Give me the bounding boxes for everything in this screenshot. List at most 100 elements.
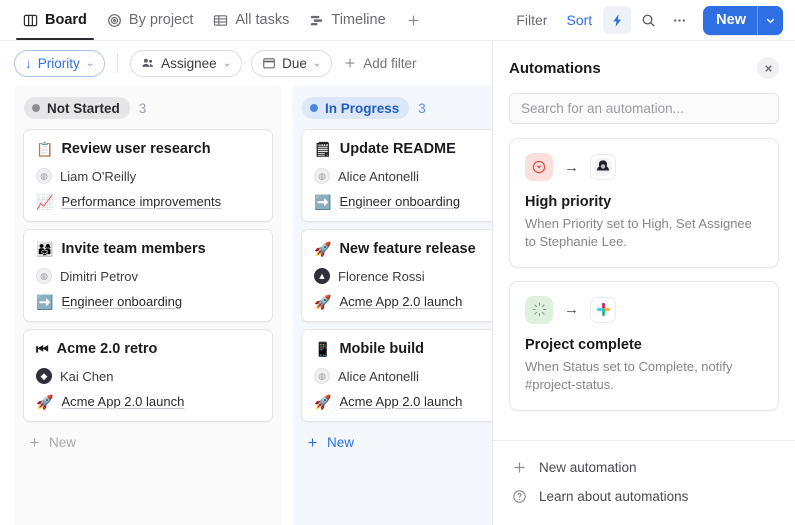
- task-card[interactable]: 👨‍👩‍👧 Invite team members ◍ Dimitri Petr…: [23, 229, 273, 322]
- assignee-name: Dimitri Petrov: [60, 268, 139, 284]
- question-circle-icon: [511, 489, 527, 504]
- add-filter-button[interactable]: Add filter: [341, 52, 418, 75]
- column-card-list: 📋 Review user research ◍ Liam O'Reilly 📈…: [14, 129, 282, 422]
- task-assignee-row[interactable]: ◍ Dimitri Petrov: [36, 268, 260, 284]
- timeline-gantt-icon: [309, 13, 324, 28]
- view-tabs: Board By project All tasks Timeline: [14, 0, 427, 40]
- chart-increasing-icon: 📈: [36, 193, 54, 210]
- tab-board[interactable]: Board: [14, 0, 96, 40]
- task-project-row[interactable]: 📈 Performance improvements: [36, 194, 260, 209]
- rocket-icon: 🚀: [36, 393, 54, 410]
- more-options-button[interactable]: [665, 6, 693, 34]
- filter-button[interactable]: Filter: [508, 7, 555, 33]
- rocket-icon: 🚀: [314, 393, 332, 410]
- task-project-row[interactable]: 🚀 Acme App 2.0 launch: [36, 394, 260, 409]
- learn-automations-label: Learn about automations: [539, 489, 689, 504]
- chevron-down-icon: [766, 18, 775, 23]
- status-label: In Progress: [325, 100, 400, 116]
- chevron-down-icon: ⌄: [222, 57, 232, 69]
- learn-automations-button[interactable]: Learn about automations: [509, 482, 779, 511]
- task-assignee-row[interactable]: ◆ Kai Chen: [36, 368, 260, 384]
- automation-name: High priority: [525, 194, 612, 210]
- plus-icon: [408, 15, 419, 25]
- new-button[interactable]: New: [703, 6, 757, 35]
- filter-pill-priority[interactable]: ↓ Priority ⌄: [14, 49, 106, 77]
- assignee-name: Liam O'Reilly: [60, 168, 137, 184]
- add-view-button[interactable]: [401, 7, 427, 33]
- filter-pill-label: Priority: [37, 55, 80, 71]
- sparkle-complete-icon: [525, 295, 553, 324]
- tab-label: All tasks: [235, 12, 290, 28]
- board-column-not-started: Not Started 3 📋 Review user research ◍ L…: [14, 85, 282, 525]
- automation-search-input[interactable]: [509, 93, 779, 124]
- task-title: Acme 2.0 retro: [56, 341, 158, 357]
- lightning-bolt-icon: [613, 13, 621, 27]
- project-link[interactable]: Engineer onboarding: [61, 294, 182, 309]
- filter-divider: [117, 53, 119, 73]
- status-badge[interactable]: Not Started: [24, 97, 130, 119]
- automation-description: When Status set to Complete, notify #pro…: [525, 358, 733, 393]
- avatar: ◍: [314, 168, 330, 184]
- tab-label: By project: [128, 12, 194, 28]
- mobile-phone-icon: 📱: [314, 341, 332, 357]
- filter-pill-due[interactable]: Due ⌄: [251, 49, 333, 77]
- calendar-icon: [263, 58, 275, 69]
- project-link[interactable]: Performance improvements: [61, 194, 221, 209]
- tab-timeline[interactable]: Timeline: [300, 0, 394, 40]
- more-horizontal-icon: [673, 18, 685, 22]
- task-title-row: 👨‍👩‍👧 Invite team members: [36, 241, 260, 257]
- project-link[interactable]: Engineer onboarding: [339, 194, 460, 209]
- toolbar-actions: Filter Sort New: [508, 5, 783, 35]
- avatar: ◍: [36, 268, 52, 284]
- slack-logo-icon: [590, 296, 616, 323]
- tab-by-project[interactable]: By project: [98, 0, 202, 40]
- table-grid-icon: [213, 13, 228, 28]
- project-link[interactable]: Acme App 2.0 launch: [339, 394, 462, 409]
- user-avatar-icon: [590, 154, 616, 180]
- arrow-right-icon: →: [564, 158, 579, 176]
- new-button-group: New: [703, 5, 783, 35]
- add-card-label: New: [327, 435, 355, 450]
- add-card-button[interactable]: New: [14, 422, 282, 463]
- task-title: Review user research: [61, 141, 211, 157]
- tab-label: Timeline: [331, 12, 386, 28]
- task-card[interactable]: 📋 Review user research ◍ Liam O'Reilly 📈…: [23, 129, 273, 222]
- sort-button[interactable]: Sort: [558, 7, 600, 33]
- task-assignee-row[interactable]: ◍ Liam O'Reilly: [36, 168, 260, 184]
- new-button-dropdown[interactable]: [758, 6, 783, 35]
- note-page-icon: 🗒: [314, 141, 332, 157]
- tab-all-tasks[interactable]: All tasks: [204, 0, 298, 40]
- project-link[interactable]: Acme App 2.0 launch: [61, 394, 184, 409]
- automation-card[interactable]: → Project complete When Status set to Co…: [509, 280, 779, 411]
- automations-toggle-button[interactable]: [603, 6, 632, 34]
- plus-icon: [30, 438, 39, 447]
- filter-pill-label: Due: [282, 55, 307, 71]
- automation-description: When Priority set to High, Set Assignee …: [525, 216, 752, 250]
- project-link[interactable]: Acme App 2.0 launch: [339, 294, 462, 309]
- new-automation-label: New automation: [539, 460, 637, 475]
- priority-arrow-down-icon: [525, 153, 553, 181]
- add-card-label: New: [49, 435, 77, 450]
- avatar: ◆: [36, 368, 52, 384]
- column-count: 3: [418, 100, 426, 116]
- plus-icon: [308, 438, 317, 447]
- task-card[interactable]: ⏮ Acme 2.0 retro ◆ Kai Chen 🚀 Acme App 2…: [23, 329, 273, 422]
- task-project-row[interactable]: ➡️ Engineer onboarding: [36, 294, 260, 309]
- column-header: Not Started 3: [14, 91, 282, 129]
- automation-icon-row: →: [525, 153, 763, 181]
- avatar: ▲: [314, 268, 330, 284]
- chevron-down-icon: ⌄: [85, 57, 95, 69]
- board-columns-icon: [23, 13, 38, 28]
- status-badge[interactable]: In Progress: [302, 97, 410, 119]
- automation-name: Project complete: [525, 336, 642, 353]
- people-icon: [142, 58, 154, 67]
- automations-list: → High priority When Priority set to Hig…: [493, 124, 795, 440]
- automation-card[interactable]: → High priority When Priority set to Hig…: [509, 138, 779, 268]
- task-title: New feature release: [339, 241, 476, 257]
- new-automation-button[interactable]: New automation: [509, 453, 779, 482]
- panel-header: Automations: [493, 41, 795, 79]
- filter-pill-assignee[interactable]: Assignee ⌄: [130, 49, 243, 77]
- search-button[interactable]: [634, 6, 662, 34]
- close-panel-button[interactable]: [757, 57, 779, 79]
- sort-descending-icon: ↓: [25, 55, 32, 71]
